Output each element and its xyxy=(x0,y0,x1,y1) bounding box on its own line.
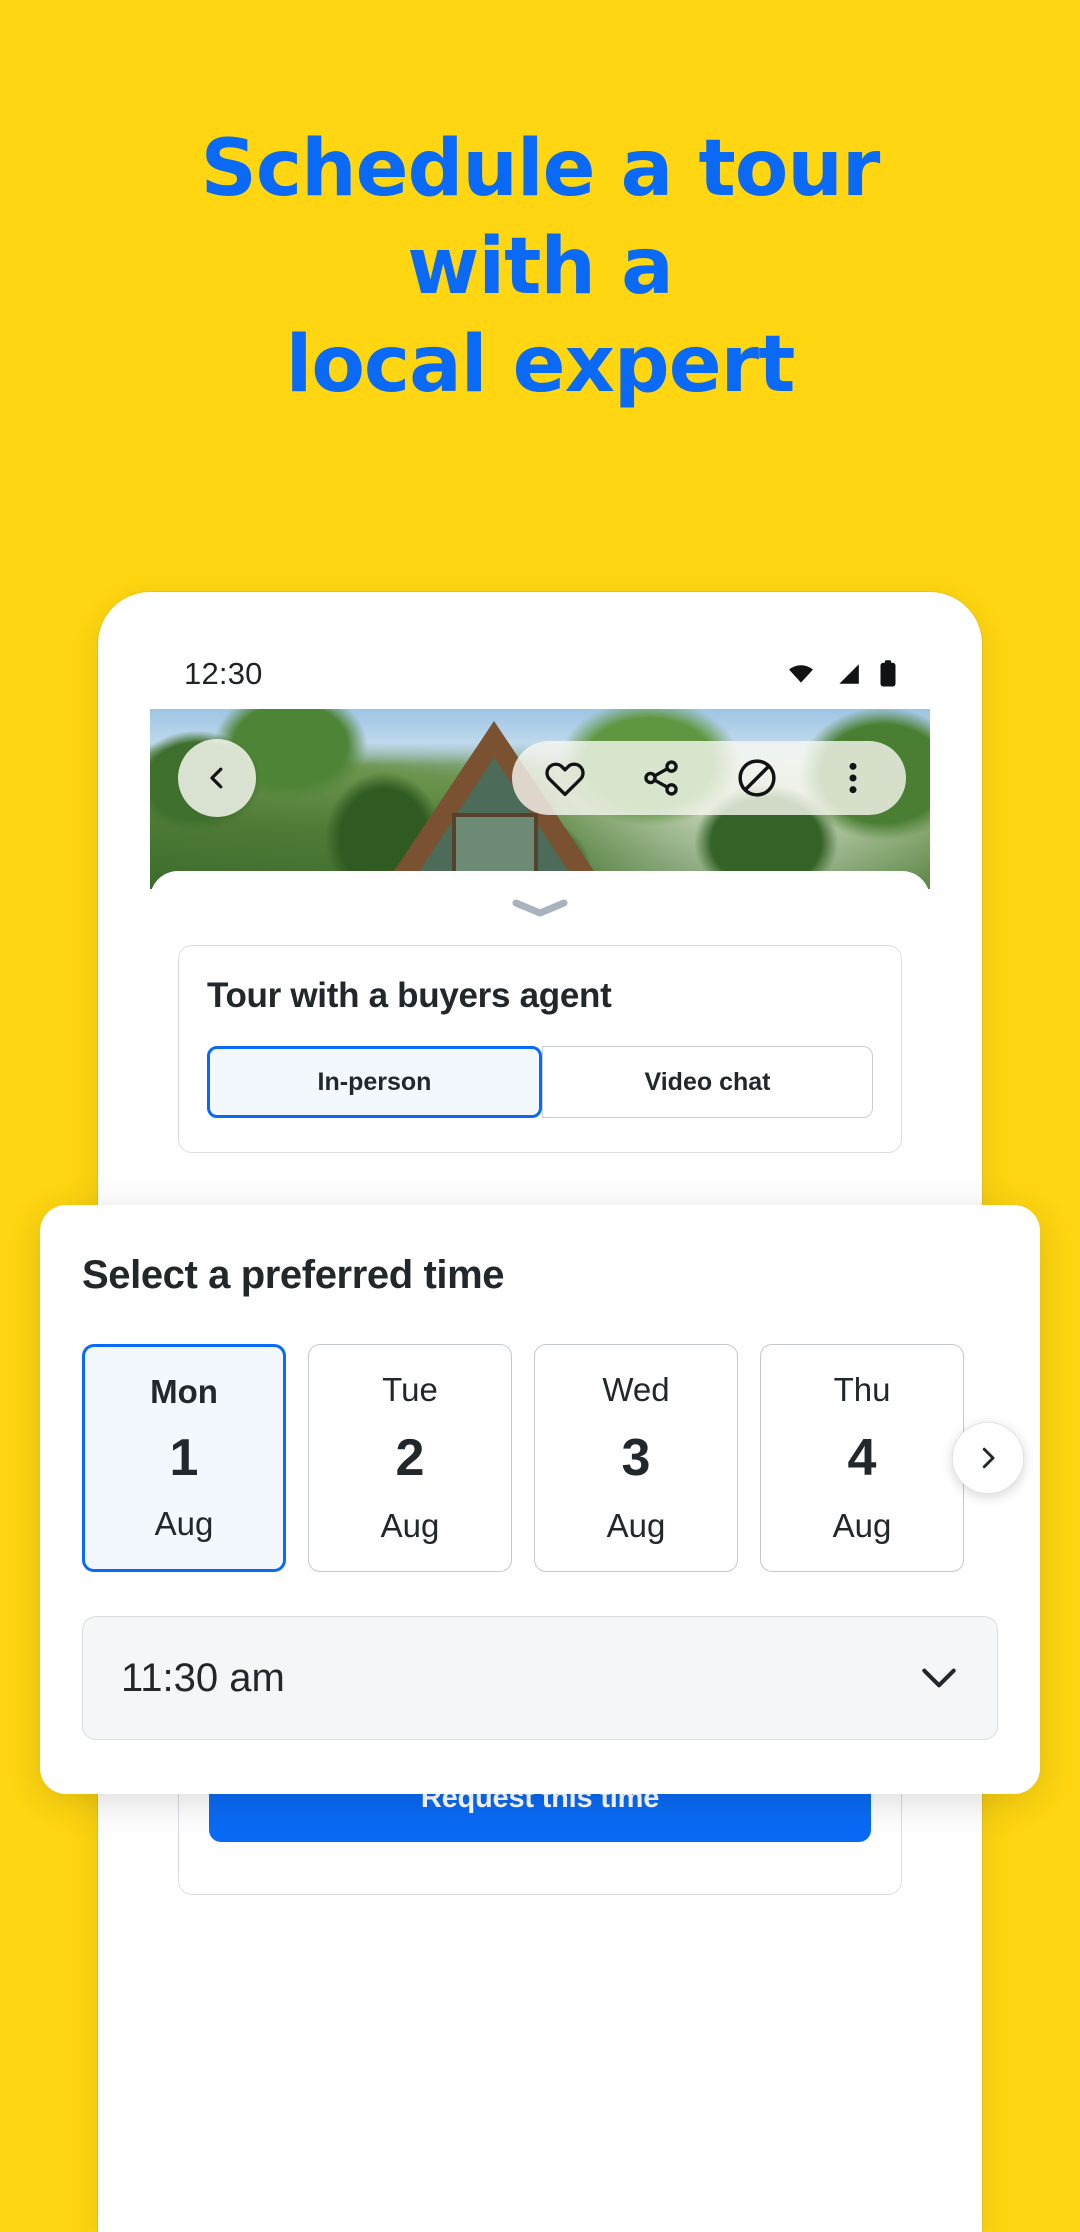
circle-slash-icon xyxy=(738,759,776,797)
back-button[interactable] xyxy=(178,739,256,817)
status-bar-icons xyxy=(784,659,898,689)
date-chip-day: 1 xyxy=(169,1429,199,1487)
cell-signal-icon xyxy=(839,664,859,684)
date-chip-wed-3[interactable]: Wed 3 Aug xyxy=(534,1344,738,1572)
more-vertical-icon xyxy=(849,762,857,794)
share-icon xyxy=(644,760,678,796)
chevron-left-icon xyxy=(210,767,223,789)
sheet-drag-handle[interactable] xyxy=(150,897,930,919)
status-bar-time: 12:30 xyxy=(184,656,263,691)
date-chip-day: 4 xyxy=(847,1429,877,1487)
time-select[interactable]: 11:30 am xyxy=(82,1616,998,1740)
date-chip-weekday: Wed xyxy=(602,1371,670,1408)
hide-button[interactable] xyxy=(734,755,780,801)
date-chip-weekday: Thu xyxy=(833,1371,891,1408)
date-chip-tue-2[interactable]: Tue 2 Aug xyxy=(308,1344,512,1572)
battery-icon xyxy=(880,660,896,687)
date-picker-row: Mon 1 Aug Tue 2 Aug Wed 3 Aug Thu 4 Aug xyxy=(82,1344,1024,1572)
date-chip-thu-4[interactable]: Thu 4 Aug xyxy=(760,1344,964,1572)
headline-line-1: Schedule a tour xyxy=(200,124,881,214)
chevron-right-icon xyxy=(982,1447,995,1469)
favorite-button[interactable] xyxy=(542,755,588,801)
modal-title: Select a preferred time xyxy=(82,1253,505,1297)
date-chip-month: Aug xyxy=(832,1507,892,1544)
tab-in-person[interactable]: In-person xyxy=(207,1046,542,1118)
select-time-modal: Select a preferred time Mon 1 Aug Tue 2 … xyxy=(40,1205,1040,1794)
date-chip-month: Aug xyxy=(154,1505,214,1542)
page-title: Schedule a tour with a local expert xyxy=(0,130,1080,404)
share-button[interactable] xyxy=(638,755,684,801)
heart-icon xyxy=(545,762,585,797)
headline-line-3: local expert xyxy=(285,320,796,410)
date-chip-weekday: Tue xyxy=(382,1371,438,1408)
date-chip-day: 3 xyxy=(621,1429,651,1487)
status-bar: 12:30 xyxy=(150,639,930,709)
date-chip-weekday: Mon xyxy=(150,1373,218,1410)
date-chip-month: Aug xyxy=(606,1507,666,1544)
more-options-button[interactable] xyxy=(830,755,876,801)
chevron-down-handle-icon xyxy=(512,899,568,917)
tour-type-tabs: In-person Video chat xyxy=(207,1046,873,1118)
date-chip-day: 2 xyxy=(395,1429,425,1487)
tour-card-title: Tour with a buyers agent xyxy=(207,976,612,1015)
tour-card: Tour with a buyers agent In-person Video… xyxy=(178,945,902,1153)
date-chip-month: Aug xyxy=(380,1507,440,1544)
tab-video-chat[interactable]: Video chat xyxy=(542,1046,873,1118)
time-select-value: 11:30 am xyxy=(121,1655,285,1700)
headline-line-2: with a xyxy=(407,222,673,312)
date-chip-mon-1[interactable]: Mon 1 Aug xyxy=(82,1344,286,1572)
wifi-icon xyxy=(789,665,813,683)
property-photo[interactable] xyxy=(150,709,930,889)
chevron-down-icon xyxy=(922,1668,956,1688)
next-dates-button[interactable] xyxy=(952,1422,1024,1494)
photo-action-bar xyxy=(512,741,906,815)
